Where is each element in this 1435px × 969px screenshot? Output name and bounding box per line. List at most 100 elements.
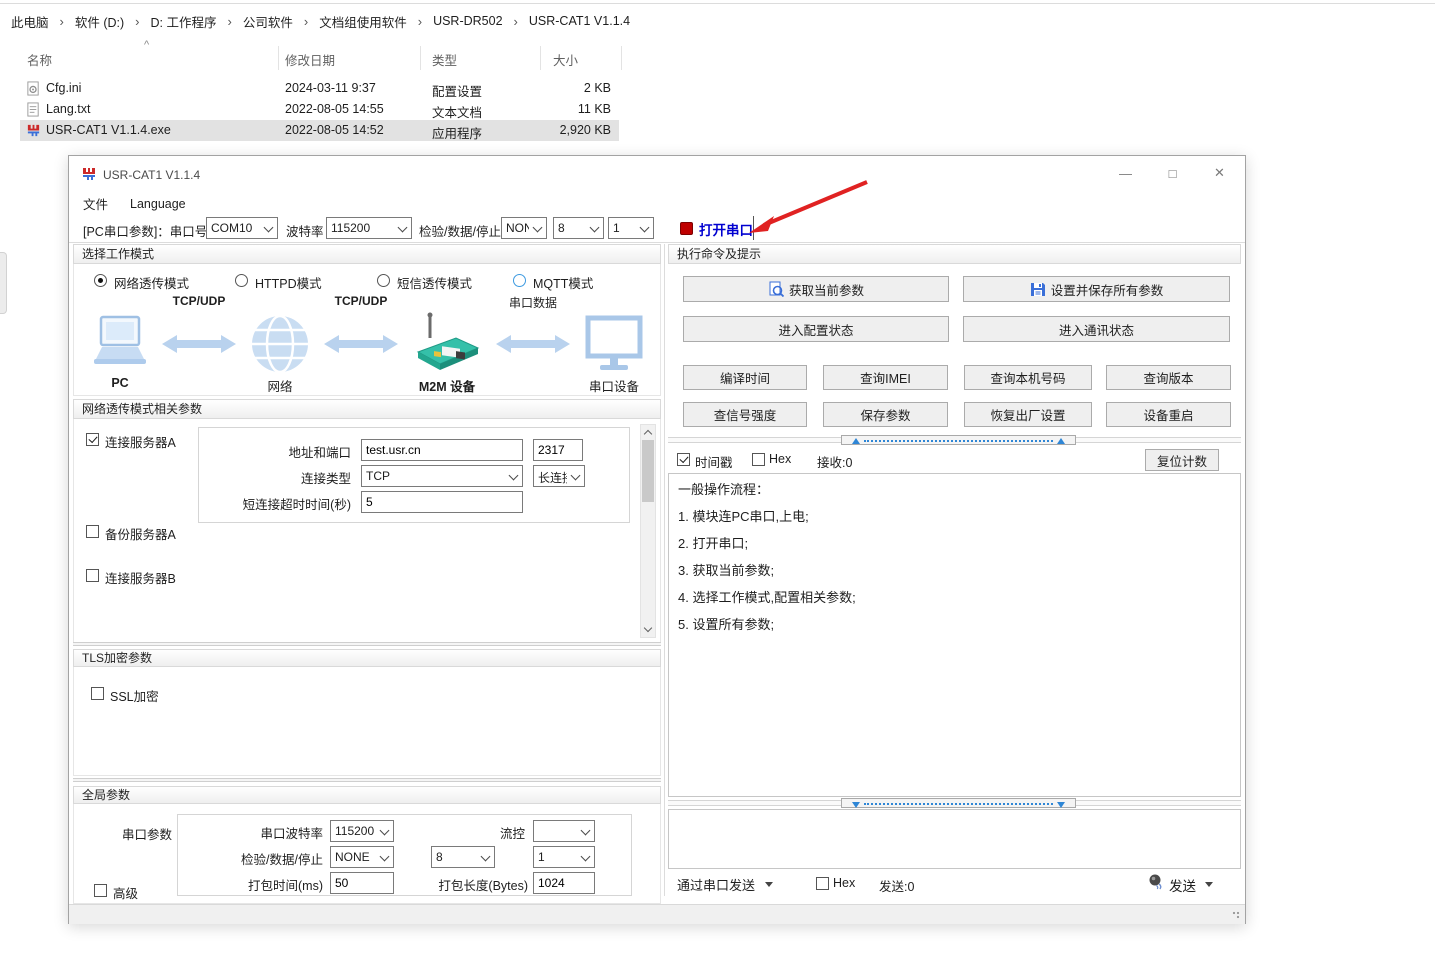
signal-strength-button[interactable]: 查信号强度	[683, 402, 807, 427]
radio-net-passthrough[interactable]	[94, 274, 107, 287]
section-splitter[interactable]	[73, 778, 661, 782]
set-save-params-button[interactable]: 设置并保存所有参数	[963, 276, 1230, 302]
factory-reset-button[interactable]: 恢复出厂设置	[964, 402, 1092, 427]
enter-comm-label: 进入通讯状态	[1059, 320, 1134, 339]
g-data-bits-select[interactable]: 8	[431, 846, 495, 868]
breadcrumb-item[interactable]: 软件 (D:)	[72, 10, 127, 33]
maximize-button[interactable]: □	[1149, 156, 1196, 190]
column-header-name[interactable]: 名称	[27, 50, 52, 69]
section-splitter[interactable]	[73, 642, 661, 646]
enter-config-button[interactable]: 进入配置状态	[683, 316, 949, 342]
server-b-label[interactable]: 连接服务器B	[105, 568, 176, 587]
radio-sms-passthrough-label[interactable]: 短信透传模式	[397, 273, 472, 292]
file-row-selected[interactable]: USR-CAT1 V1.1.4.exe 2022-08-05 14:52 应用程…	[20, 120, 619, 141]
enter-comm-button[interactable]: 进入通讯状态	[963, 316, 1230, 342]
breadcrumb-item[interactable]: 此电脑	[8, 10, 52, 33]
get-params-button[interactable]: 获取当前参数	[683, 276, 949, 302]
radio-mqtt-label[interactable]: MQTT模式	[533, 273, 593, 292]
advanced-label[interactable]: 高级	[113, 883, 138, 902]
open-port-button[interactable]: 打开串口	[699, 219, 753, 239]
stop-bits-select[interactable]: 1	[608, 217, 654, 239]
ssl-label[interactable]: SSL加密	[110, 686, 159, 705]
radio-httpd-label[interactable]: HTTPD模式	[255, 273, 322, 292]
receive-log-area[interactable]: 一般操作流程： 1. 模块连PC串口,上电; 2. 打开串口; 3. 获取当前参…	[668, 473, 1241, 797]
query-phone-button[interactable]: 查询本机号码	[964, 365, 1092, 390]
send-button[interactable]: 发送	[1169, 875, 1196, 895]
double-arrow-icon	[496, 334, 570, 354]
parity-select[interactable]: NONE	[501, 217, 547, 239]
compile-time-button[interactable]: 编译时间	[683, 365, 807, 390]
save-params-label: 保存参数	[860, 405, 910, 424]
baud-select[interactable]: 115200	[326, 217, 412, 239]
hex-send-label[interactable]: Hex	[833, 876, 855, 890]
column-header-date[interactable]: 修改日期	[285, 50, 335, 69]
splitter-collapse-up-icon[interactable]	[852, 438, 860, 444]
splitter-collapse-down-icon[interactable]	[1057, 802, 1065, 808]
hex-recv-checkbox[interactable]	[752, 453, 765, 466]
column-header-type[interactable]: 类型	[432, 50, 457, 69]
conn-mode-select[interactable]: 长连接	[533, 465, 585, 487]
save-params-button[interactable]: 保存参数	[823, 402, 948, 427]
work-mode-body: 网络透传模式 HTTPD模式 短信透传模式 MQTT模式 PC	[73, 264, 661, 396]
breadcrumb-item[interactable]: 公司软件	[240, 10, 296, 33]
g-baud-label: 串口波特率	[178, 823, 323, 842]
send-splitter-control[interactable]	[841, 798, 1076, 808]
menu-file[interactable]: 文件	[83, 194, 108, 213]
g-parity-select[interactable]: NONE	[330, 846, 394, 868]
column-header-size[interactable]: 大小	[553, 50, 578, 69]
timestamp-label[interactable]: 时间戳	[695, 452, 733, 471]
short-timeout-input[interactable]	[361, 491, 523, 513]
menu-language[interactable]: Language	[130, 197, 186, 211]
chevron-down-icon	[533, 223, 543, 233]
params-scrollbar[interactable]	[640, 424, 656, 638]
g-stop-bits-select[interactable]: 1	[533, 846, 595, 868]
radio-httpd[interactable]	[235, 274, 248, 287]
flow-select[interactable]	[533, 820, 595, 842]
data-bits-select[interactable]: 8	[553, 217, 604, 239]
breadcrumb-item[interactable]: 文档组使用软件	[316, 10, 410, 33]
timestamp-checkbox[interactable]	[677, 453, 690, 466]
close-button[interactable]: ✕	[1196, 156, 1243, 190]
breadcrumb-item[interactable]: USR-DR502	[430, 12, 505, 30]
breadcrumb-item[interactable]: USR-CAT1 V1.1.4	[526, 12, 633, 30]
send-via-dropdown[interactable]: 通过串口发送	[677, 875, 755, 894]
server-b-checkbox[interactable]	[86, 569, 99, 582]
resize-grip[interactable]	[1232, 911, 1242, 921]
server-port-input[interactable]	[533, 439, 583, 461]
com-port-select[interactable]: COM10	[206, 217, 278, 239]
server-addr-input[interactable]	[361, 439, 523, 461]
radio-sms-passthrough[interactable]	[377, 274, 390, 287]
log-splitter-control[interactable]	[841, 435, 1076, 445]
minimize-button[interactable]: —	[1102, 156, 1149, 190]
addr-port-label: 地址和端口	[199, 442, 351, 461]
panel-divider[interactable]	[664, 244, 665, 896]
advanced-checkbox[interactable]	[94, 884, 107, 897]
title-bar[interactable]: USR-CAT1 V1.1.4 — □ ✕	[69, 156, 1245, 193]
hex-send-checkbox[interactable]	[816, 877, 829, 890]
server-a-checkbox[interactable]	[86, 433, 99, 446]
g-baud-select[interactable]: 115200	[330, 820, 394, 842]
splitter-collapse-down-icon[interactable]	[852, 802, 860, 808]
server-a-label[interactable]: 连接服务器A	[105, 432, 176, 451]
device-reboot-button[interactable]: 设备重启	[1106, 402, 1231, 427]
ssl-checkbox[interactable]	[91, 687, 104, 700]
query-version-button[interactable]: 查询版本	[1106, 365, 1231, 390]
splitter-collapse-up-icon[interactable]	[1057, 438, 1065, 444]
query-imei-button[interactable]: 查询IMEI	[823, 365, 948, 390]
scroll-down-icon[interactable]	[641, 622, 655, 637]
hex-recv-label[interactable]: Hex	[769, 452, 791, 466]
backup-a-label[interactable]: 备份服务器A	[105, 524, 176, 543]
file-row[interactable]: Cfg.ini 2024-03-11 9:37 配置设置 2 KB	[20, 78, 619, 99]
send-input-area[interactable]	[668, 809, 1241, 869]
radio-mqtt[interactable]	[513, 274, 526, 287]
reset-count-button[interactable]: 复位计数	[1145, 449, 1219, 471]
scroll-up-icon[interactable]	[641, 425, 655, 440]
pack-len-input[interactable]	[533, 872, 595, 894]
conn-type-select[interactable]: TCP	[361, 465, 523, 487]
scrollbar-thumb[interactable]	[642, 440, 654, 502]
backup-a-checkbox[interactable]	[86, 525, 99, 538]
radio-net-passthrough-label[interactable]: 网络透传模式	[114, 273, 189, 292]
enter-config-label: 进入配置状态	[778, 320, 853, 339]
file-row[interactable]: Lang.txt 2022-08-05 14:55 文本文档 11 KB	[20, 99, 619, 120]
breadcrumb-item[interactable]: D: 工作程序	[148, 10, 220, 33]
